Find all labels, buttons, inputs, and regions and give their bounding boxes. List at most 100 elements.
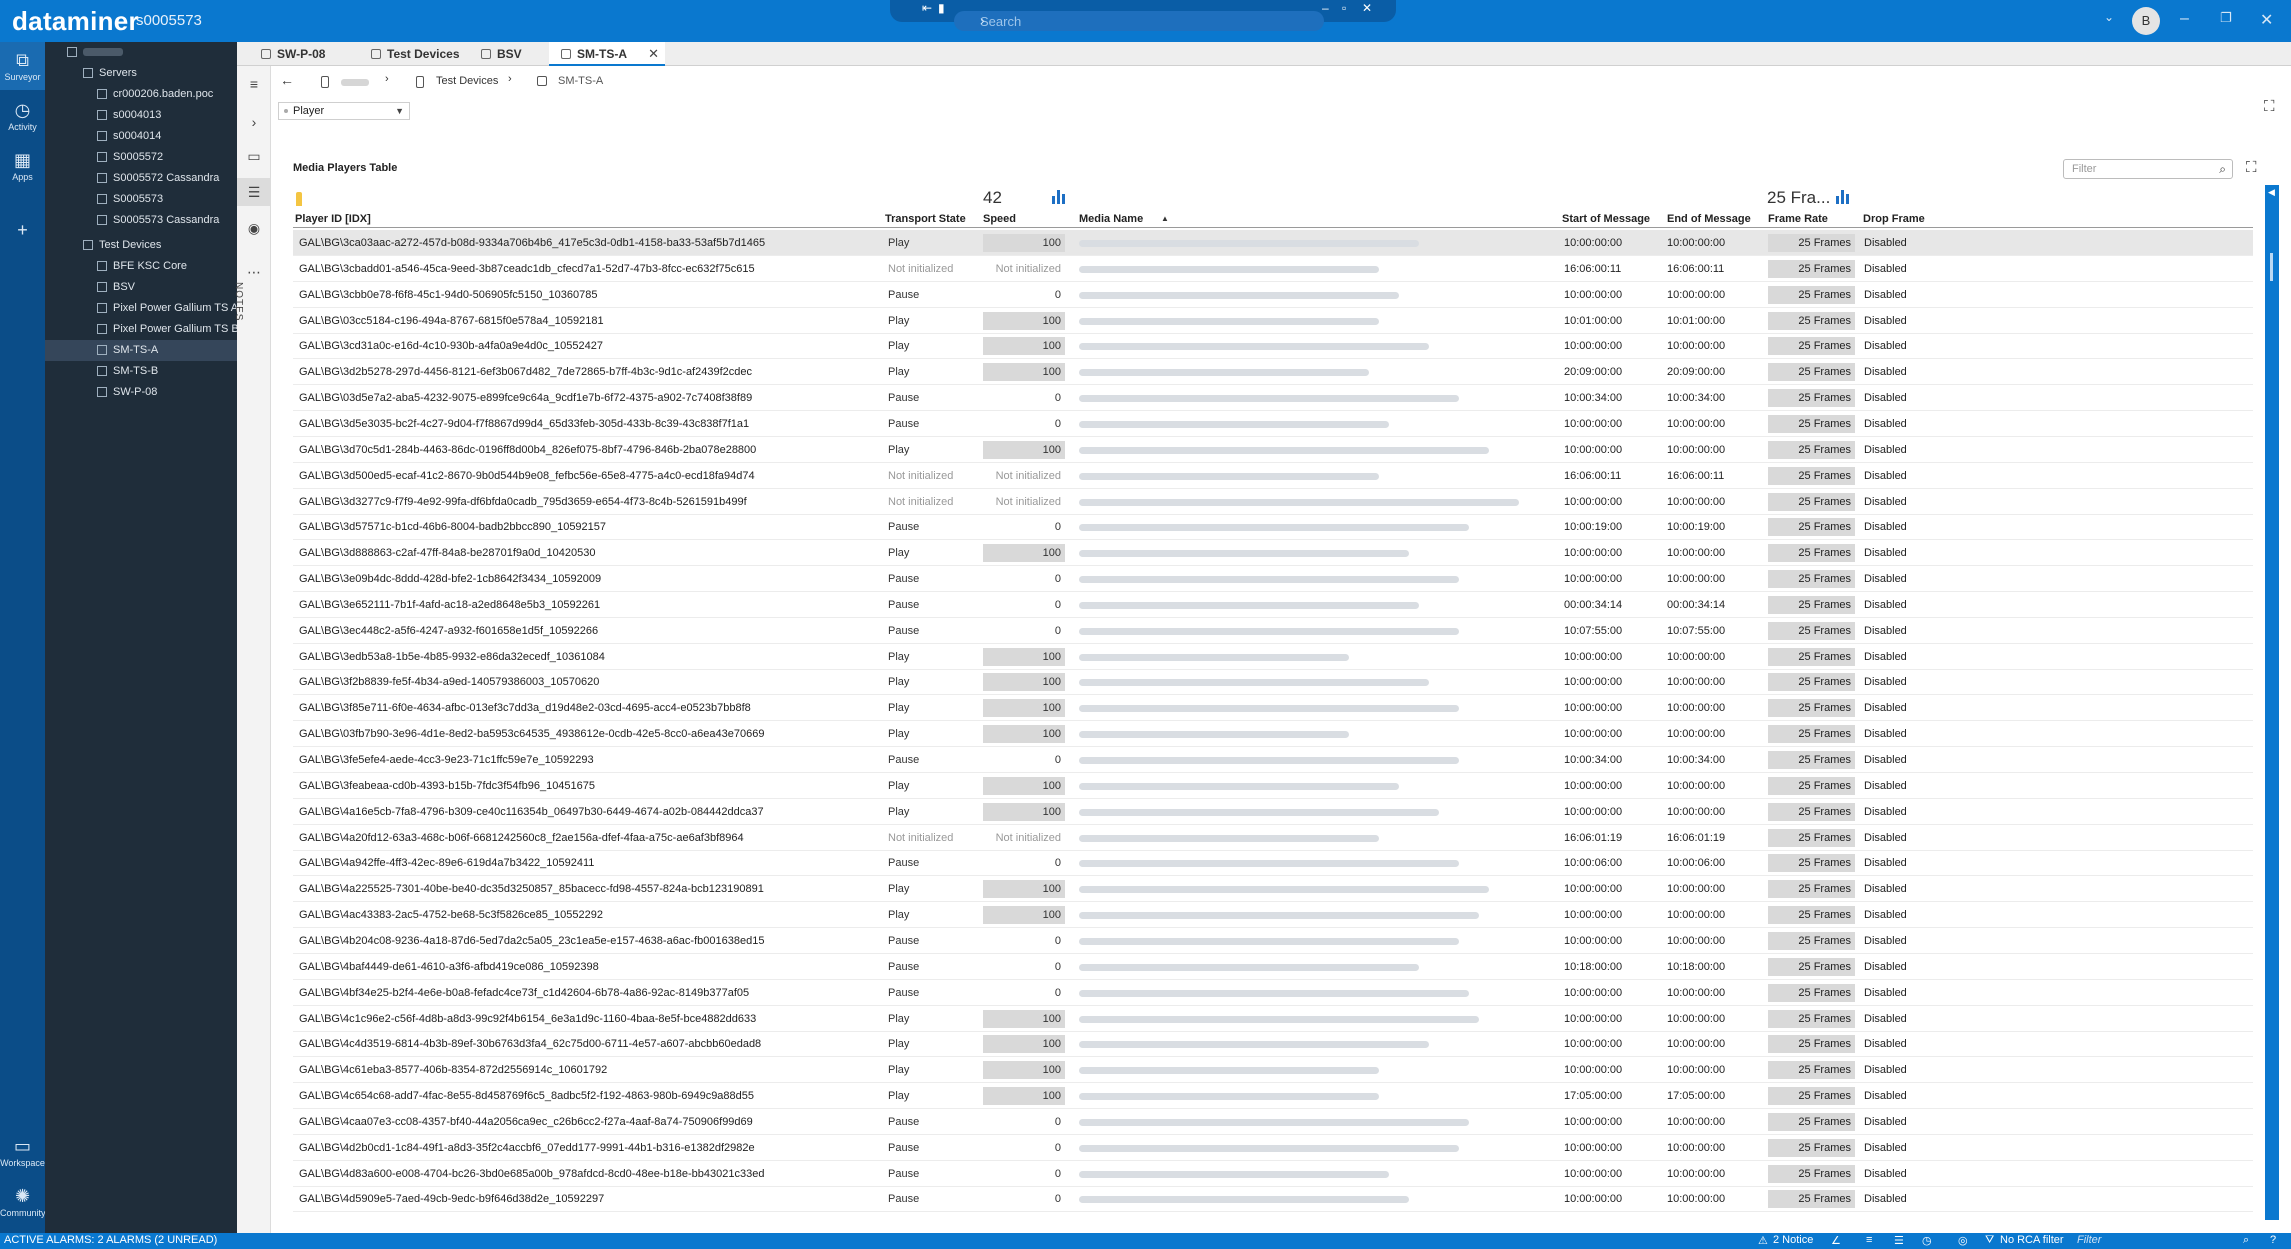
table-row[interactable]: GAL\BG\03cc5184-c196-494a-8767-6815f0e57… [293,308,2253,334]
breadcrumb-parent[interactable]: Test Devices [436,75,498,87]
table-row[interactable]: GAL\BG\3ca03aac-a272-457d-b08d-9334a706b… [293,230,2253,256]
table-row[interactable]: GAL\BG\3d3277c9-f7f9-4e92-99fa-df6bfda0c… [293,489,2253,515]
table-row[interactable]: GAL\BG\4ac43383-2ac5-4752-be68-5c3f5826c… [293,902,2253,929]
clock-icon[interactable]: ◷ [1922,1234,1932,1247]
table-row[interactable]: GAL\BG\4c61eba3-8577-406b-8354-872d25569… [293,1057,2253,1084]
tree-item-device[interactable]: Pixel Power Gallium TS A [45,298,237,319]
table-row[interactable]: GAL\BG\4c4d3519-6814-4b3b-89ef-30b6763d3… [293,1031,2253,1058]
table-row[interactable]: GAL\BG\4a942ffe-4ff3-42ec-89e6-619d4a7b3… [293,850,2253,877]
expand-table-icon[interactable]: ⛶ [2246,159,2257,176]
trend-icon[interactable]: ∠ [1831,1234,1841,1247]
restore-window-icon[interactable]: ❐ [2220,10,2232,26]
tree-item-server[interactable]: S0005572 Cassandra [45,168,237,189]
scroll-up-icon[interactable]: ◀ [2268,187,2275,198]
table-row[interactable]: GAL\BG\4d2b0cd1-1c84-49f1-a8d3-35f2c4acc… [293,1135,2253,1161]
rail-workspace[interactable]: ▭ Workspace [0,1128,45,1176]
notes-tab[interactable]: NOTES [233,282,244,321]
rail-activity[interactable]: ◷ Activity [0,92,45,140]
column-header-drop-frame[interactable]: Drop Frame [1863,213,1925,225]
table-row[interactable]: GAL\BG\3feabeaa-cd0b-4393-b15b-7fdc3f54f… [293,773,2253,799]
table-row[interactable]: GAL\BG\3e09b4dc-8ddd-428d-bfe2-1cb8642f3… [293,566,2253,593]
target-icon[interactable]: ◎ [1958,1234,1968,1247]
tree-item-device[interactable]: BFE KSC Core [45,256,237,277]
table-scrollbar[interactable]: ◀ [2265,185,2279,1220]
rail-surveyor[interactable]: ⧉ Surveyor [0,42,45,90]
table-row[interactable]: GAL\BG\3f85e711-6f0e-4634-afbc-013ef3c7d… [293,695,2253,722]
minimize-window-icon[interactable]: – [2180,10,2189,28]
table-row[interactable]: GAL\BG\4d5909e5-7aed-49cb-9edc-b9f646d38… [293,1186,2253,1213]
table-row[interactable]: GAL\BG\4a16e5cb-7fa8-4796-b309-ce40c1163… [293,799,2253,825]
table-row[interactable]: GAL\BG\3d57571c-b1cd-46b6-8004-badb2bbcc… [293,514,2253,541]
table-row[interactable]: GAL\BG\03fb7b90-3e96-4d1e-8ed2-ba5953c64… [293,721,2253,748]
table-row[interactable]: GAL\BG\3edb53a8-1b5e-4b85-9932-e86da32ec… [293,644,2253,670]
tab-sw-p-08[interactable]: SW-P-08 [249,42,359,66]
parameters-icon[interactable]: ☰ [237,178,271,206]
table-row[interactable]: GAL\BG\4bf34e25-b2f4-4e6e-b0a8-fefadc4ce… [293,980,2253,1006]
hamburger-menu-icon[interactable]: ≡ [237,70,271,98]
column-header-start-of-message[interactable]: Start of Message [1562,213,1650,225]
table-row[interactable]: GAL\BG\3cbb0e78-f6f8-45c1-94d0-506905fc5… [293,282,2253,308]
table-row[interactable]: GAL\BG\3cbadd01-a546-45ca-9eed-3b87ceadc… [293,256,2253,282]
tree-item-server[interactable]: S0005573 [45,189,237,210]
monitor-icon[interactable]: ▭ [237,142,271,170]
table-row[interactable]: GAL\BG\3fe5efe4-aede-4cc3-9e23-71c1ffc59… [293,747,2253,773]
table-row[interactable]: GAL\BG\4c654c68-add7-4fac-8e55-8d458769f… [293,1083,2253,1110]
table-row[interactable]: GAL\BG\4b204c08-9236-4a18-87d6-5ed7da2c5… [293,928,2253,954]
tree-item-server[interactable]: S0005573 Cassandra [45,210,237,231]
table-row[interactable]: GAL\BG\4a225525-7301-40be-be40-dc35d3250… [293,876,2253,903]
tree-item-server[interactable]: S0005572 [45,147,237,168]
tree-item-server[interactable]: s0004013 [45,105,237,126]
column-header-speed[interactable]: Speed [983,213,1016,225]
column-header-media-name[interactable]: Media Name [1079,213,1143,225]
notice-count[interactable]: 2 Notice [1773,1234,1813,1246]
help-icon[interactable]: ? [2270,1234,2276,1246]
table-row[interactable]: GAL\BG\4caa07e3-cc08-4357-bf40-44a2056ca… [293,1109,2253,1135]
pin-icon[interactable]: ⇤ [922,1,932,15]
rca-filter-status[interactable]: No RCA filter [2000,1234,2064,1246]
table-row[interactable]: GAL\BG\3cd31a0c-e16d-4c10-930b-a4fa0a9e4… [293,333,2253,360]
close-tab-icon[interactable]: ✕ [648,42,659,66]
search-go-icon[interactable]: › [980,12,1314,28]
tab-bsv[interactable]: BSV [469,42,549,66]
rail-apps[interactable]: ▦ Apps [0,142,45,190]
table-row[interactable]: GAL\BG\03d5e7a2-aba5-4232-9075-e899fce9c… [293,385,2253,412]
column-header-player-id[interactable]: Player ID [IDX] [295,213,371,225]
table-row[interactable]: GAL\BG\3ec448c2-a5f6-4247-a932-f601658e1… [293,618,2253,644]
table-row[interactable]: GAL\BG\3d2b5278-297d-4456-8121-6ef3b067d… [293,359,2253,386]
active-alarms-status[interactable]: ACTIVE ALARMS: 2 ALARMS (2 UNREAD) [4,1234,217,1246]
table-row[interactable]: GAL\BG\3d500ed5-ecaf-41c2-8670-9b0d544b9… [293,463,2253,489]
column-header-transport-state[interactable]: Transport State [885,213,966,225]
sort-ascending-icon[interactable]: ▲ [1161,214,1169,223]
scrollbar-thumb[interactable] [2270,253,2273,281]
tab-sm-ts-a[interactable]: SM-TS-A ✕ [549,42,665,66]
rail-add[interactable]: + [0,212,45,242]
tree-item-device[interactable]: Pixel Power Gallium TS B [45,319,237,340]
bar-chart-icon[interactable] [1836,190,1852,204]
table-row[interactable]: GAL\BG\3f2b8839-fe5f-4b34-a9ed-140579386… [293,669,2253,696]
sort-lines-icon[interactable]: ☰ [1894,1234,1904,1247]
table-row[interactable]: GAL\BG\4d83a600-e008-4704-bc26-3bd0e685a… [293,1161,2253,1187]
column-header-frame-rate[interactable]: Frame Rate [1768,213,1828,225]
bar-chart-icon[interactable] [1052,190,1068,204]
tree-root[interactable] [45,42,237,63]
column-header-end-of-message[interactable]: End of Message [1667,213,1751,225]
pin-column-icon[interactable] [296,192,302,206]
table-filter-input[interactable]: Filter ⌕ [2063,159,2233,179]
page-dropdown[interactable]: Player ▼ [278,102,410,120]
search-input[interactable]: Search › [954,11,1324,31]
filter-icon[interactable]: ⛛ [1985,1234,1994,1247]
table-row[interactable]: GAL\BG\4c1c96e2-c56f-4d8b-a8d3-99c92f4b6… [293,1006,2253,1032]
tab-test-devices[interactable]: Test Devices [359,42,469,66]
chevron-down-icon[interactable]: ⌄ [2104,10,2114,24]
tree-item-server[interactable]: s0004014 [45,126,237,147]
status-filter-input[interactable]: Filter [2077,1234,2101,1246]
tree-item-device[interactable]: BSV [45,277,237,298]
tree-item-server[interactable]: cr000206.baden.poc [45,84,237,105]
broadcast-icon[interactable]: ◉ [237,214,271,242]
tree-item-servers[interactable]: Servers [45,63,237,84]
close-search-icon[interactable]: ✕ [1362,1,1372,15]
table-row[interactable]: GAL\BG\3e652111-7b1f-4afd-ac18-a2ed8648e… [293,592,2253,618]
expand-card-icon[interactable]: ⛶ [2264,98,2275,115]
table-row[interactable]: GAL\BG\3d70c5d1-284b-4463-86dc-0196ff8d0… [293,437,2253,463]
tree-item-device[interactable]: SW-P-08 [45,382,237,403]
